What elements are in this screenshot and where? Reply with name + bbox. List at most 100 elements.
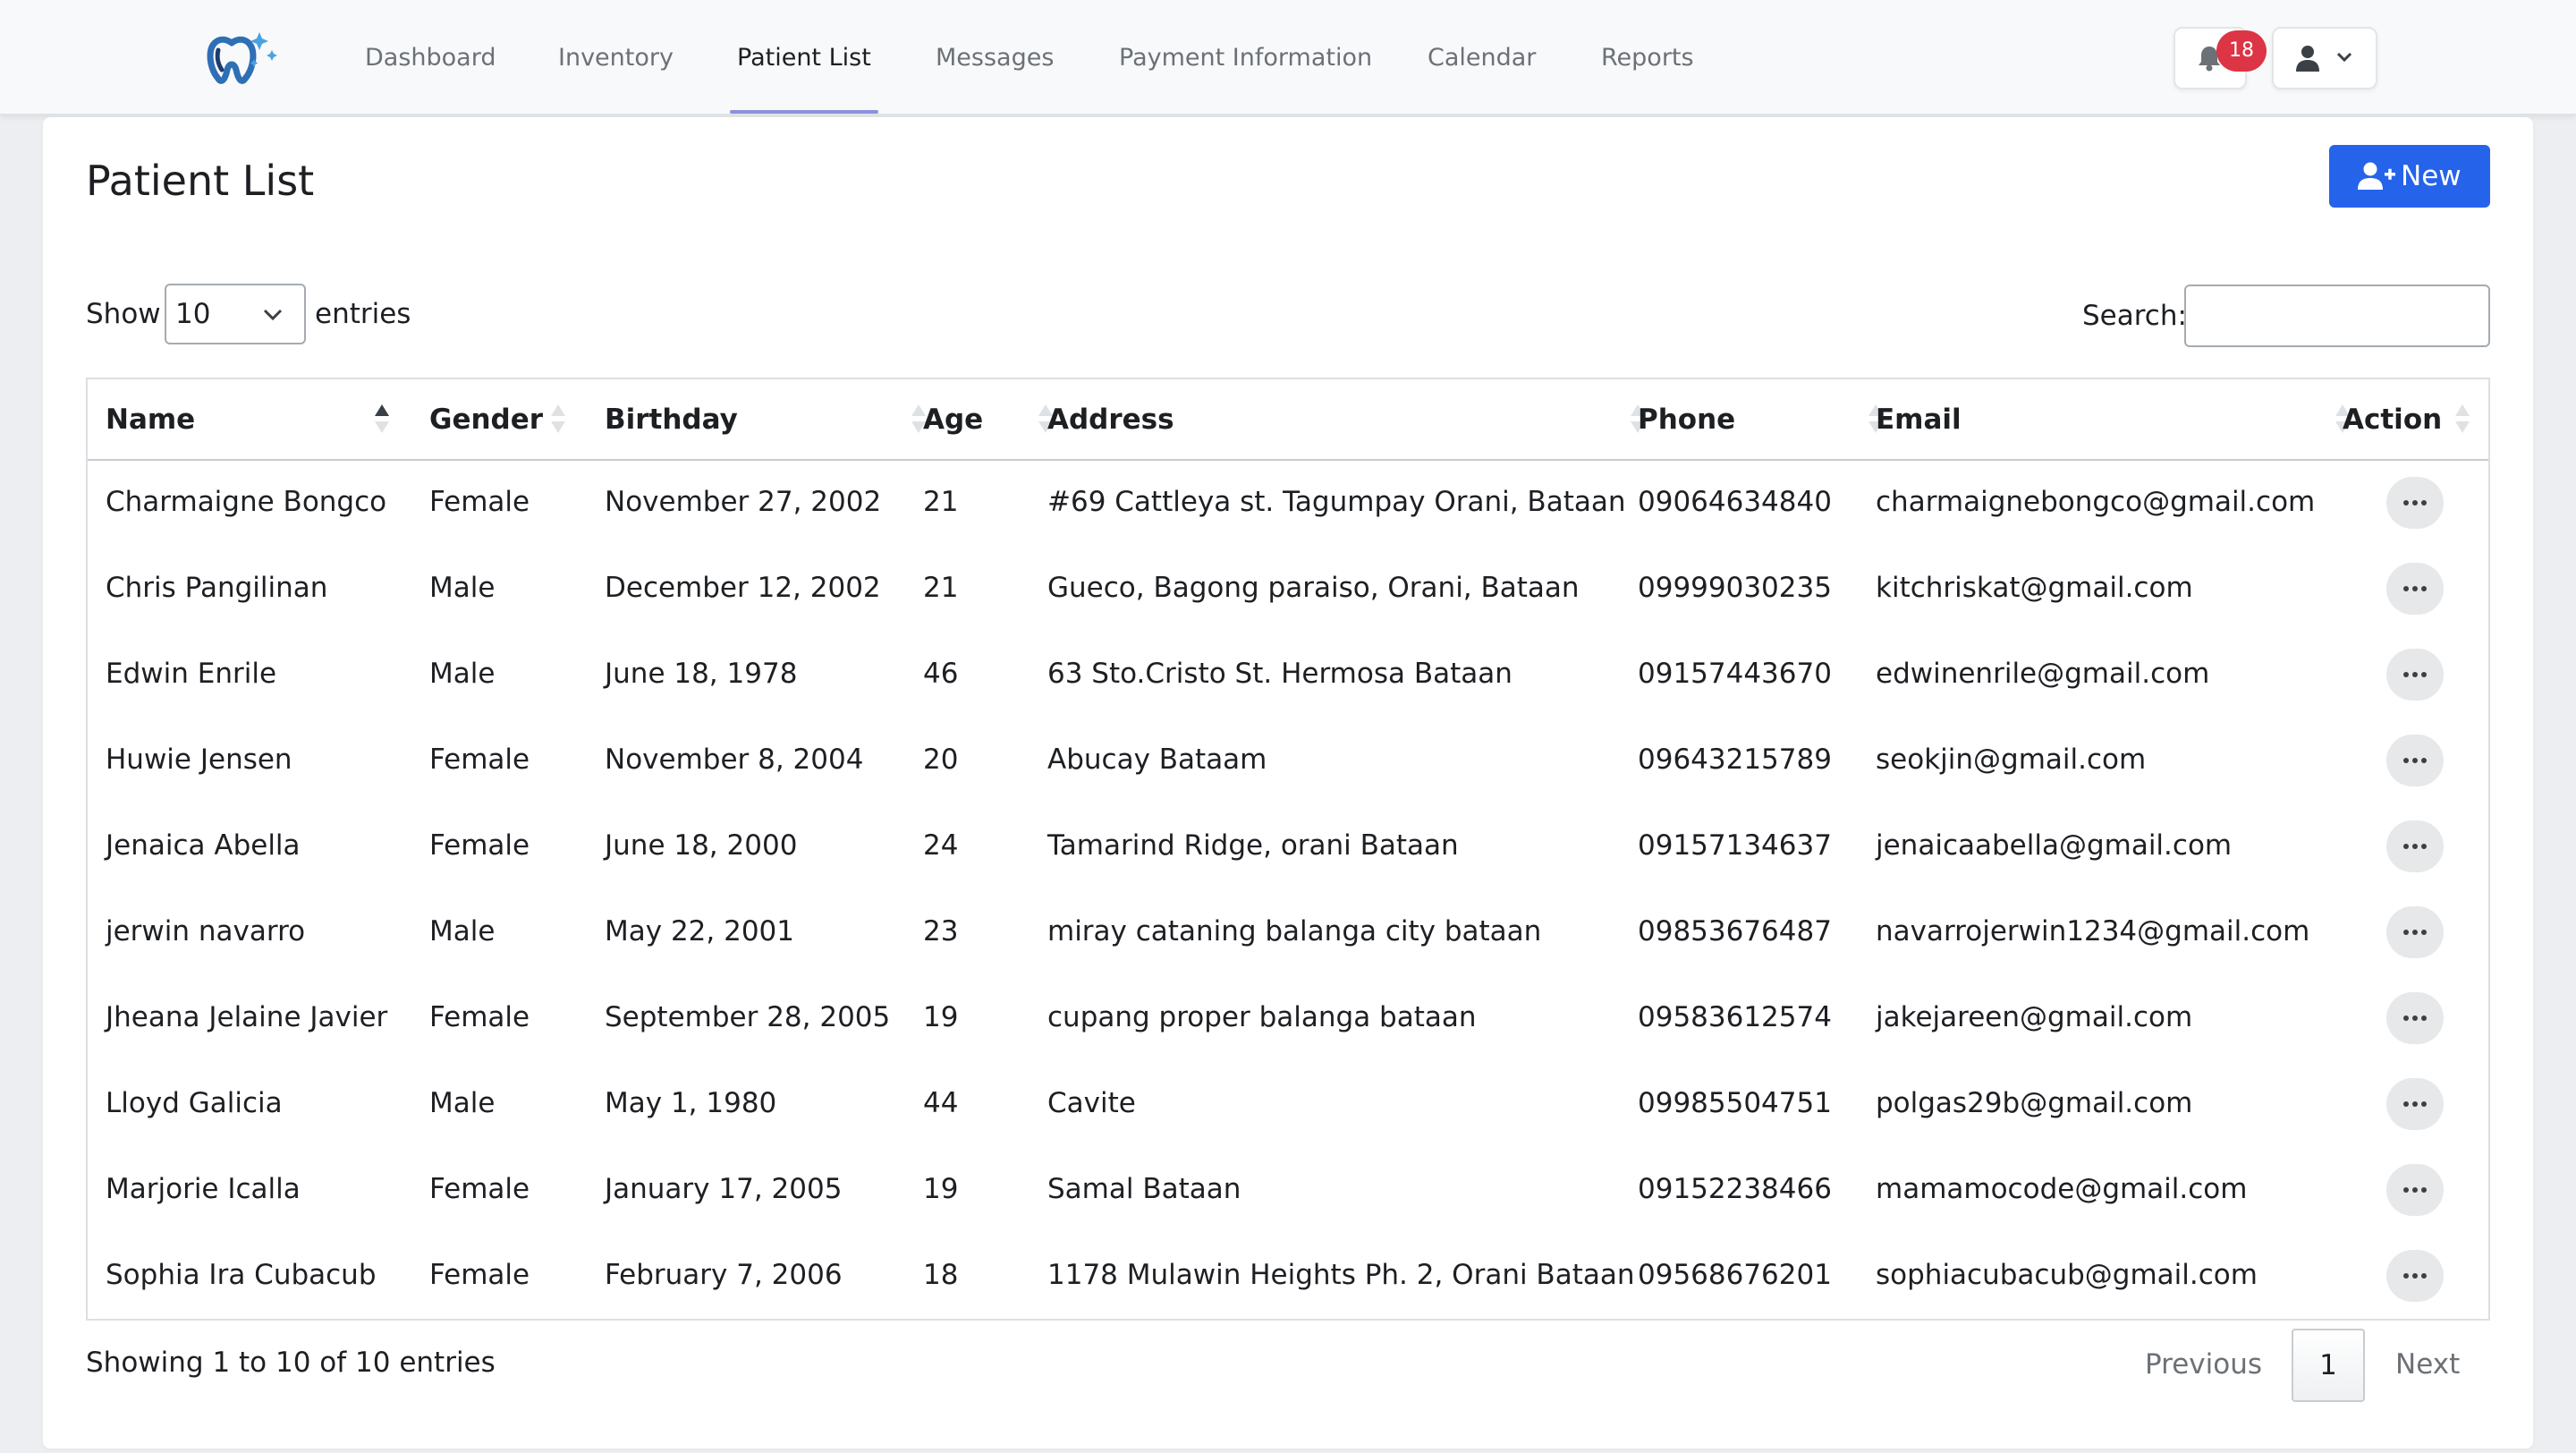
add-user-icon: [2358, 162, 2395, 190]
entries-label: entries: [315, 298, 411, 330]
cell-phone: 09157134637: [1638, 829, 1832, 862]
cell-address: Gueco, Bagong paraiso, Orani, Bataan: [1047, 572, 1580, 604]
show-label: Show: [86, 298, 161, 330]
cell-address: Samal Bataan: [1047, 1173, 1241, 1205]
search-input[interactable]: [2184, 285, 2490, 347]
cell-phone: 09568676201: [1638, 1259, 1832, 1291]
nav-dashboard[interactable]: Dashboard: [365, 0, 496, 114]
more-horizontal-icon: [2403, 1101, 2427, 1107]
sort-icon[interactable]: [2454, 403, 2470, 435]
cell-birthday: November 8, 2004: [605, 743, 864, 776]
tooth-logo-icon[interactable]: [199, 23, 284, 91]
previous-page-button[interactable]: Previous: [2145, 1347, 2262, 1382]
column-header-age[interactable]: Age: [923, 379, 983, 459]
cell-name: jerwin navarro: [106, 915, 306, 947]
entries-per-page-select[interactable]: 10: [165, 284, 306, 344]
patients-table: Name Gender Birthday Age Address Phone E…: [86, 378, 2490, 1321]
row-action-button[interactable]: [2386, 649, 2444, 701]
cell-address: Cavite: [1047, 1087, 1136, 1119]
cell-address: 1178 Mulawin Heights Ph. 2, Orani Bataan: [1047, 1259, 1635, 1291]
row-action-button[interactable]: [2386, 820, 2444, 872]
cell-address: cupang proper balanga bataan: [1047, 1001, 1477, 1033]
cell-phone: 09985504751: [1638, 1087, 1832, 1119]
notification-count-badge: 18: [2216, 30, 2267, 72]
new-patient-button[interactable]: New: [2329, 145, 2490, 208]
more-horizontal-icon: [2403, 672, 2427, 677]
row-action-button[interactable]: [2386, 906, 2444, 958]
column-header-email[interactable]: Email: [1876, 379, 1962, 459]
cell-phone: 09583612574: [1638, 1001, 1832, 1033]
cell-age: 20: [923, 743, 959, 776]
cell-gender: Male: [429, 1087, 496, 1119]
more-horizontal-icon: [2403, 1273, 2427, 1279]
cell-address: Abucay Bataam: [1047, 743, 1267, 776]
cell-age: 44: [923, 1087, 959, 1119]
more-horizontal-icon: [2403, 586, 2427, 591]
cell-email: jenaicaabella@gmail.com: [1876, 829, 2233, 862]
cell-email: mamamocode@gmail.com: [1876, 1173, 2248, 1205]
more-horizontal-icon: [2403, 758, 2427, 763]
cell-email: seokjin@gmail.com: [1876, 743, 2147, 776]
cell-age: 46: [923, 658, 959, 690]
more-horizontal-icon: [2403, 500, 2427, 506]
cell-birthday: May 22, 2001: [605, 915, 794, 947]
chevron-down-icon: [263, 309, 283, 321]
cell-phone: 09643215789: [1638, 743, 1832, 776]
cell-email: navarrojerwin1234@gmail.com: [1876, 915, 2310, 947]
cell-name: Charmaigne Bongco: [106, 486, 387, 518]
row-action-button[interactable]: [2386, 735, 2444, 786]
cell-gender: Female: [429, 486, 530, 518]
table-row: Charmaigne Bongco Female November 27, 2002…: [88, 459, 2488, 545]
cell-address: 63 Sto.Cristo St. Hermosa Bataan: [1047, 658, 1513, 690]
table-info: Showing 1 to 10 of 10 entries: [86, 1347, 496, 1379]
more-horizontal-icon: [2403, 1015, 2427, 1021]
user-menu-button[interactable]: [2272, 27, 2377, 89]
cell-address: #69 Cattleya st. Tagumpay Orani, Bataan: [1047, 486, 1626, 518]
nav-messages[interactable]: Messages: [936, 0, 1054, 114]
row-action-button[interactable]: [2386, 1078, 2444, 1130]
column-header-birthday[interactable]: Birthday: [605, 379, 738, 459]
cell-age: 21: [923, 572, 959, 604]
table-row: Huwie Jensen Female November 8, 2004 20 Abuc…: [88, 717, 2488, 803]
cell-email: polgas29b@gmail.com: [1876, 1087, 2193, 1119]
column-header-action[interactable]: Action: [2343, 379, 2442, 459]
table-row: Sophia Ira Cubacub Female February 7, 2006…: [88, 1232, 2488, 1318]
row-action-button[interactable]: [2386, 1164, 2444, 1216]
nav-patient-list[interactable]: Patient List: [730, 0, 878, 114]
row-action-button[interactable]: [2386, 992, 2444, 1044]
nav-inventory[interactable]: Inventory: [558, 0, 674, 114]
cell-name: Jheana Jelaine Javier: [106, 1001, 388, 1033]
patient-list-card: Patient List New Show 10 entries Search:…: [43, 117, 2533, 1449]
cell-name: Chris Pangilinan: [106, 572, 328, 604]
row-action-button[interactable]: [2386, 477, 2444, 529]
cell-phone: 09853676487: [1638, 915, 1832, 947]
column-header-phone[interactable]: Phone: [1638, 379, 1735, 459]
cell-age: 21: [923, 486, 959, 518]
row-action-button[interactable]: [2386, 1250, 2444, 1302]
page-1-button[interactable]: 1: [2292, 1329, 2365, 1402]
cell-birthday: February 7, 2006: [605, 1259, 843, 1291]
cell-birthday: May 1, 1980: [605, 1087, 777, 1119]
table-row: jerwin navarro Male May 22, 2001 23 miray ca…: [88, 888, 2488, 974]
cell-phone: 09999030235: [1638, 572, 1832, 604]
search-label: Search:: [2082, 300, 2187, 332]
table-row: Jenaica Abella Female June 18, 2000 24 Tamar…: [88, 803, 2488, 888]
cell-phone: 09064634840: [1638, 486, 1832, 518]
sort-icon[interactable]: [550, 403, 566, 435]
nav-calendar[interactable]: Calendar: [1428, 0, 1536, 114]
nav-reports[interactable]: Reports: [1601, 0, 1694, 114]
next-page-button[interactable]: Next: [2395, 1347, 2460, 1382]
cell-age: 23: [923, 915, 959, 947]
cell-birthday: June 18, 1978: [605, 658, 798, 690]
cell-gender: Female: [429, 1001, 530, 1033]
chevron-down-icon: [2336, 52, 2352, 63]
cell-name: Jenaica Abella: [106, 829, 301, 862]
row-action-button[interactable]: [2386, 563, 2444, 615]
column-header-name[interactable]: Name: [106, 379, 195, 459]
cell-birthday: September 28, 2005: [605, 1001, 891, 1033]
sort-ascending-icon[interactable]: [374, 403, 390, 435]
column-header-gender[interactable]: Gender: [429, 379, 543, 459]
nav-payment-information[interactable]: Payment Information: [1119, 0, 1372, 114]
column-header-address[interactable]: Address: [1047, 379, 1174, 459]
cell-gender: Female: [429, 743, 530, 776]
